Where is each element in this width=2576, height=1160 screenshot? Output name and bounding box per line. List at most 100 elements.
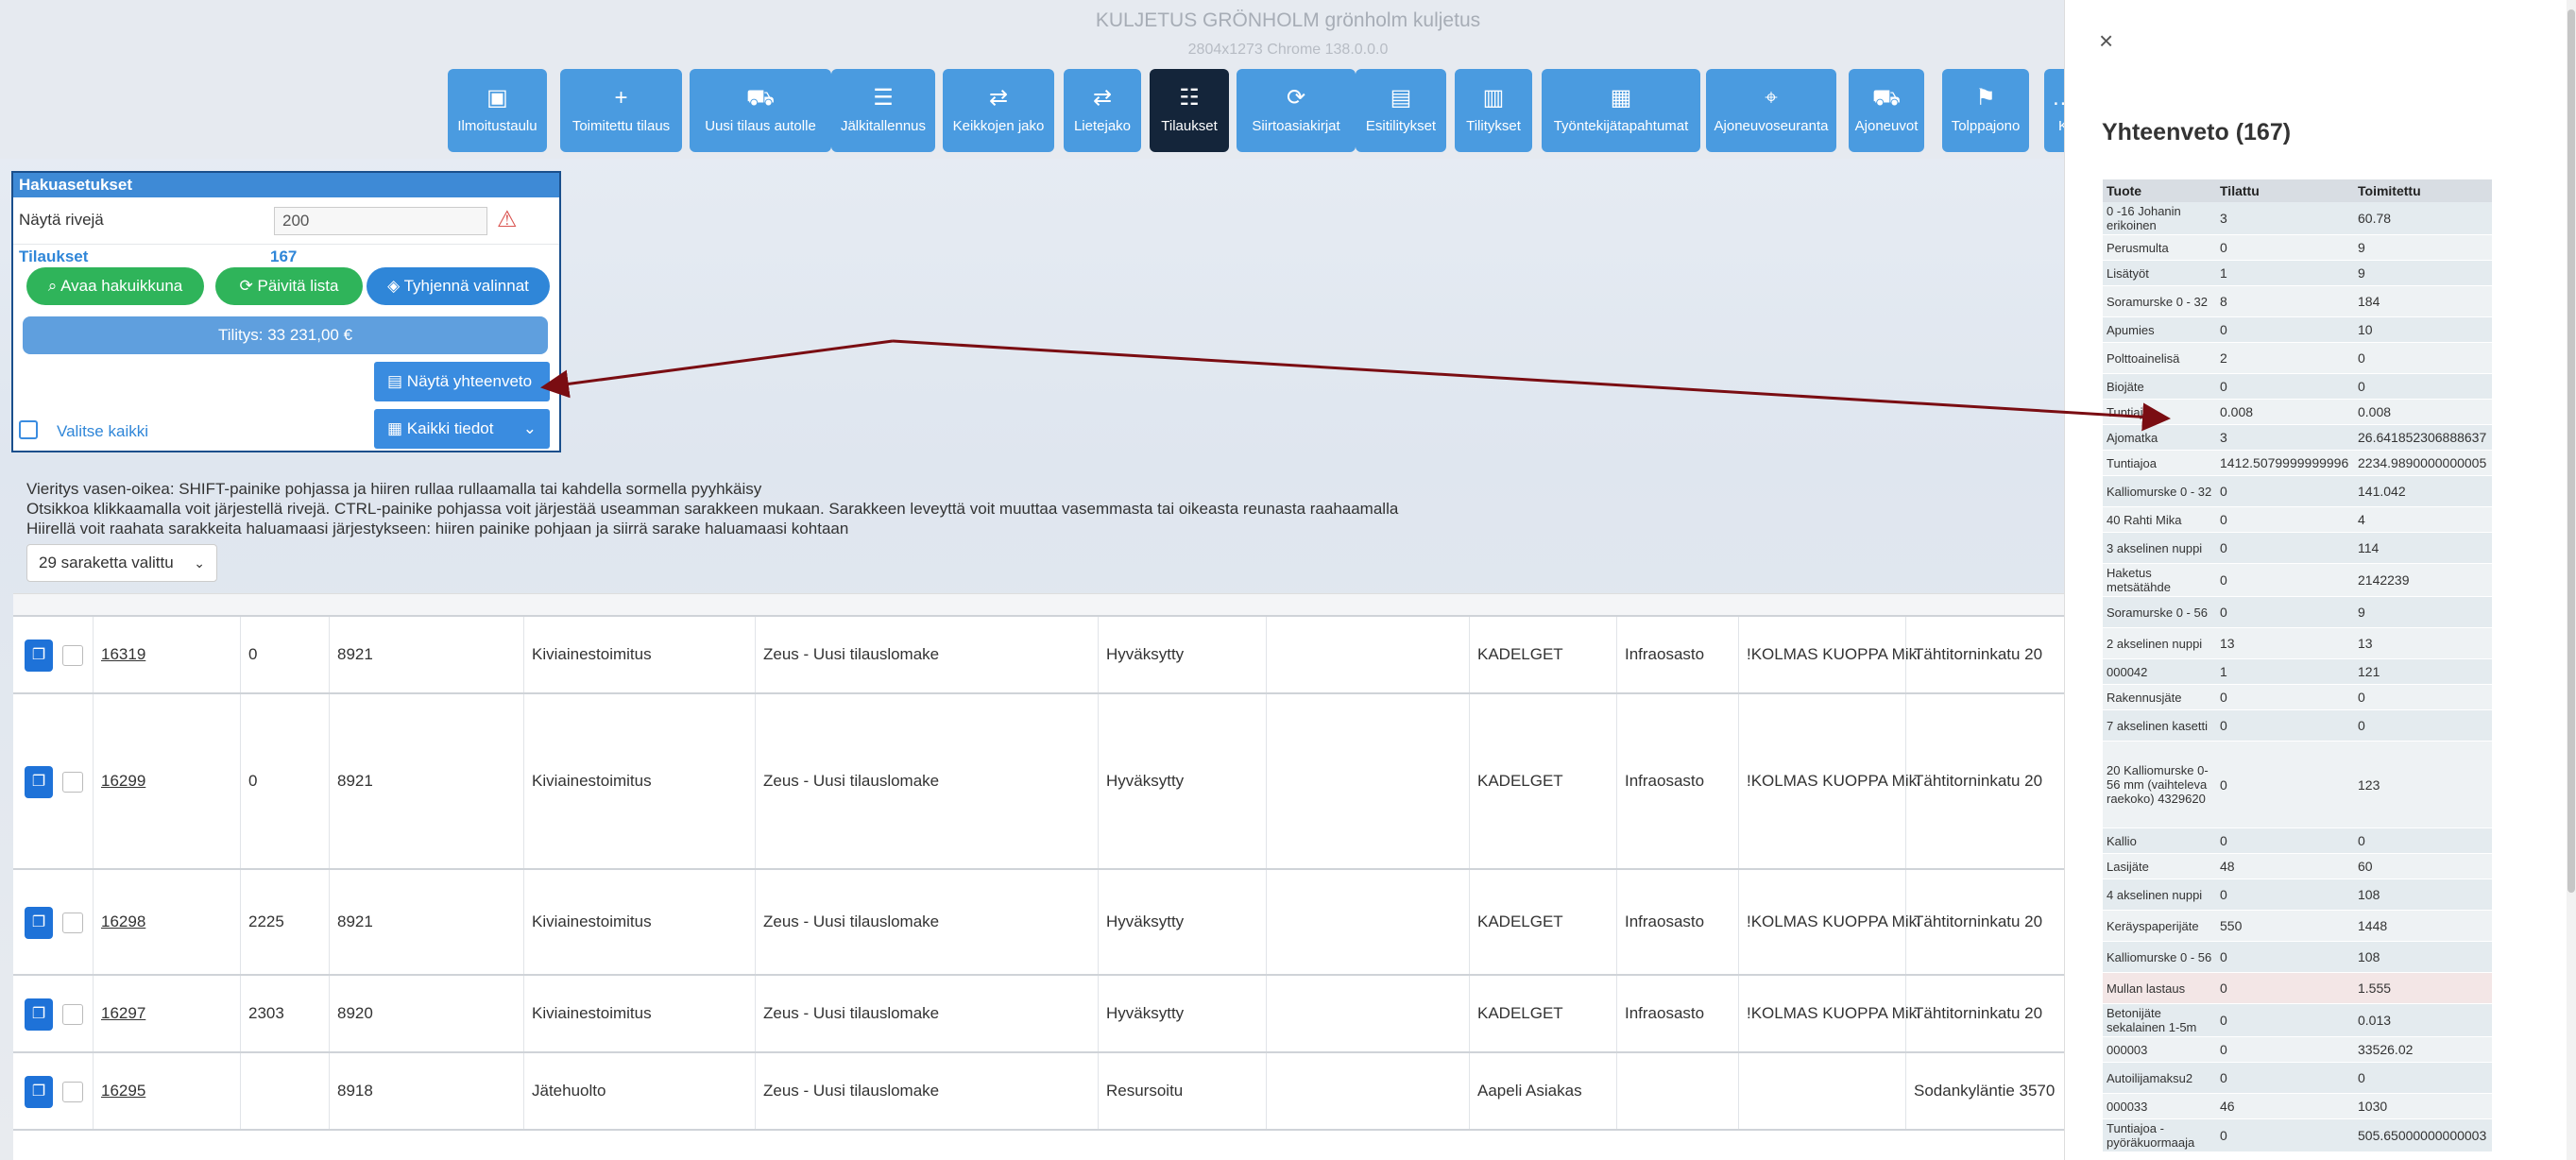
nav-jälkitallennus[interactable]: ☰ Jälkitallennus <box>831 69 935 152</box>
summary-cell: 123 <box>2354 741 2492 828</box>
row-checkbox[interactable] <box>62 772 83 793</box>
summary-cell: 2 <box>2216 342 2354 374</box>
row-checkbox[interactable] <box>62 1004 83 1025</box>
cell-c2: 2303 <box>240 976 323 1051</box>
rows-input[interactable]: 200 <box>274 207 487 235</box>
summary-cell: 000033 <box>2103 1093 2216 1119</box>
nav-toimitettu-tilaus[interactable]: + Toimitettu tilaus <box>560 69 682 152</box>
refresh-button[interactable]: ⟳ Päivitä lista <box>215 267 363 305</box>
summary-cell: 505.65000000000003 <box>2354 1118 2492 1152</box>
copy-icon[interactable]: ❐ <box>25 998 53 1031</box>
table-row[interactable]: ❐ 16297 2303 8920 Kiviainestoimitus Zeus - Uu… <box>13 976 2064 1053</box>
nav-label: Lietejako <box>1073 118 1132 134</box>
nav-label: Ajoneuvoseuranta <box>1714 118 1829 134</box>
cell-dept: Infraosasto <box>1616 617 1738 692</box>
summary-cell: Rakennusjäte <box>2103 684 2216 710</box>
nav-tilaukset[interactable]: ☷ Tilaukset <box>1150 69 1229 152</box>
clear-button[interactable]: ◈ Tyhjennä valinnat <box>367 267 550 305</box>
summary-cell: 141.042 <box>2354 475 2492 507</box>
nav-lietejako[interactable]: ⇄ Lietejako <box>1064 69 1141 152</box>
list-icon: ☰ <box>873 85 894 111</box>
plus-icon: + <box>614 85 628 111</box>
cell-id[interactable]: 16297 <box>93 976 183 1051</box>
all-info-dropdown[interactable]: ▦ Kaikki tiedot ⌄ <box>374 409 550 449</box>
table-row[interactable]: ❐ 16295 8918 Jätehuolto Zeus - Uusi tilauslo… <box>13 1053 2064 1131</box>
help-line-1: Vieritys vasen-oikea: SHIFT-painike pohj… <box>26 480 762 498</box>
sidebar-scroll-thumb[interactable] <box>2567 9 2575 893</box>
summary-cell: 1.555 <box>2354 972 2492 1004</box>
copy-icon[interactable]: ❐ <box>25 766 53 798</box>
select-all-label[interactable]: Valitse kaikki <box>57 422 148 441</box>
cell-type: Jätehuolto <box>523 1053 755 1129</box>
summary-header-cell[interactable]: Toimitettu <box>2354 179 2492 202</box>
cell-c7 <box>1266 617 1469 692</box>
copy-icon[interactable]: ❐ <box>25 907 53 939</box>
select-all-checkbox[interactable] <box>19 420 38 439</box>
summary-cell: 0 <box>2216 1036 2354 1063</box>
table-icon: ▤ <box>387 372 403 390</box>
nav-label: Ilmoitustaulu <box>457 118 537 134</box>
nav-esitilitykset[interactable]: ▤ Esitilitykset <box>1356 69 1446 152</box>
summary-row: 000033 46 1030 <box>2103 1093 2492 1119</box>
summary-cell: 0 <box>2216 684 2354 710</box>
nav-label: Tolppajono <box>1951 118 2021 134</box>
summary-cell: 1412.5079999999996 <box>2216 450 2354 476</box>
copy-icon[interactable]: ❐ <box>25 1076 53 1108</box>
cell-type: Kiviainestoimitus <box>523 976 755 1051</box>
show-summary-label: Näytä yhteenveto <box>406 372 533 390</box>
table-row[interactable]: ❐ 16298 2225 8921 Kiviainestoimitus Zeus - Uu… <box>13 870 2064 976</box>
cell-id[interactable]: 16298 <box>93 870 183 974</box>
summary-row: Apumies 0 10 <box>2103 316 2492 343</box>
cell-site: !KOLMAS KUOPPA Mika <box>1738 617 1919 692</box>
cell-c3: 8918 <box>329 1053 523 1129</box>
invoice-icon: ▤ <box>1390 85 1412 111</box>
nav-tilitykset[interactable]: ▥ Tilitykset <box>1455 69 1532 152</box>
summary-header-cell[interactable]: Tilattu <box>2216 179 2354 202</box>
cell-dept <box>1616 1053 1738 1129</box>
row-checkbox[interactable] <box>62 913 83 933</box>
table-row[interactable]: ❐ 16319 0 8921 Kiviainestoimitus Zeus - Uusi … <box>13 617 2064 694</box>
cell-type: Kiviainestoimitus <box>523 694 755 868</box>
summary-cell: 0 <box>2216 741 2354 828</box>
show-summary-button[interactable]: ▤ Näytä yhteenveto <box>374 362 550 401</box>
orders-count: 167 <box>270 247 298 265</box>
summary-row: Autoilijamaksu2 0 0 <box>2103 1062 2492 1094</box>
nav-ajoneuvoseuranta[interactable]: ⌖ Ajoneuvoseuranta <box>1706 69 1836 152</box>
summary-cell: 0 <box>2216 506 2354 533</box>
row-checkbox[interactable] <box>62 1082 83 1102</box>
copy-icon[interactable]: ❐ <box>25 640 53 672</box>
nav-tolppajono[interactable]: ⚑ Tolppajono <box>1942 69 2029 152</box>
summary-cell: 0 <box>2216 1118 2354 1152</box>
summary-header-cell[interactable]: Tuote <box>2103 179 2216 202</box>
search-settings-panel: Hakuasetukset Näytä rivejä 200 ⚠ Tilauks… <box>11 171 561 452</box>
repeat-icon: ⇄ <box>1092 85 1113 111</box>
cell-c7 <box>1266 976 1469 1051</box>
summary-cell: 0 <box>2216 879 2354 911</box>
chevron-down-icon: ⌄ <box>194 555 205 571</box>
open-search-button[interactable]: ⌕ Avaa hakuikkuna <box>26 267 204 305</box>
nav-siirtoasiakirjat[interactable]: ⟳ Siirtoasiakirjat <box>1237 69 1356 152</box>
summary-cell: 1 <box>2216 658 2354 685</box>
cell-id[interactable]: 16319 <box>93 617 183 692</box>
table-row[interactable]: ❐ 16299 0 8921 Kiviainestoimitus Zeus - Uusi … <box>13 694 2064 870</box>
cell-text: KADELGET <box>1477 772 1563 790</box>
nav-ajoneuvot[interactable]: ⛟ Ajoneuvot <box>1849 69 1924 152</box>
column-select[interactable]: 29 saraketta valittu ⌄ <box>26 544 217 582</box>
cell-form: Zeus - Uusi tilauslomake <box>755 976 1098 1051</box>
nav-keikkojen-jako[interactable]: ⇄ Keikkojen jako <box>943 69 1054 152</box>
document-sync-icon: ⟳ <box>1286 85 1306 111</box>
nav-uusi-tilaus-autolle[interactable]: ⛟ Uusi tilaus autolle <box>690 69 831 152</box>
summary-row: Rakennusjäte 0 0 <box>2103 684 2492 710</box>
summary-row: Soramurske 0 - 56 0 9 <box>2103 596 2492 628</box>
summary-cell: 60 <box>2354 853 2492 879</box>
cell-id[interactable]: 16295 <box>93 1053 183 1129</box>
cell-text: Zeus - Uusi tilauslomake <box>763 645 940 663</box>
nav-työntekijätapahtumat[interactable]: ▦ Työntekijätapahtumat <box>1542 69 1700 152</box>
cell-id[interactable]: 16299 <box>93 694 183 868</box>
cell-c2: 2225 <box>240 870 323 974</box>
nav-ilmoitustaulu[interactable]: ▣ Ilmoitustaulu <box>448 69 547 152</box>
cell-text: Hyväksytty <box>1106 772 1185 790</box>
summary-cell: 0 <box>2216 475 2354 507</box>
close-icon[interactable]: × <box>2099 26 2113 56</box>
row-checkbox[interactable] <box>62 645 83 666</box>
